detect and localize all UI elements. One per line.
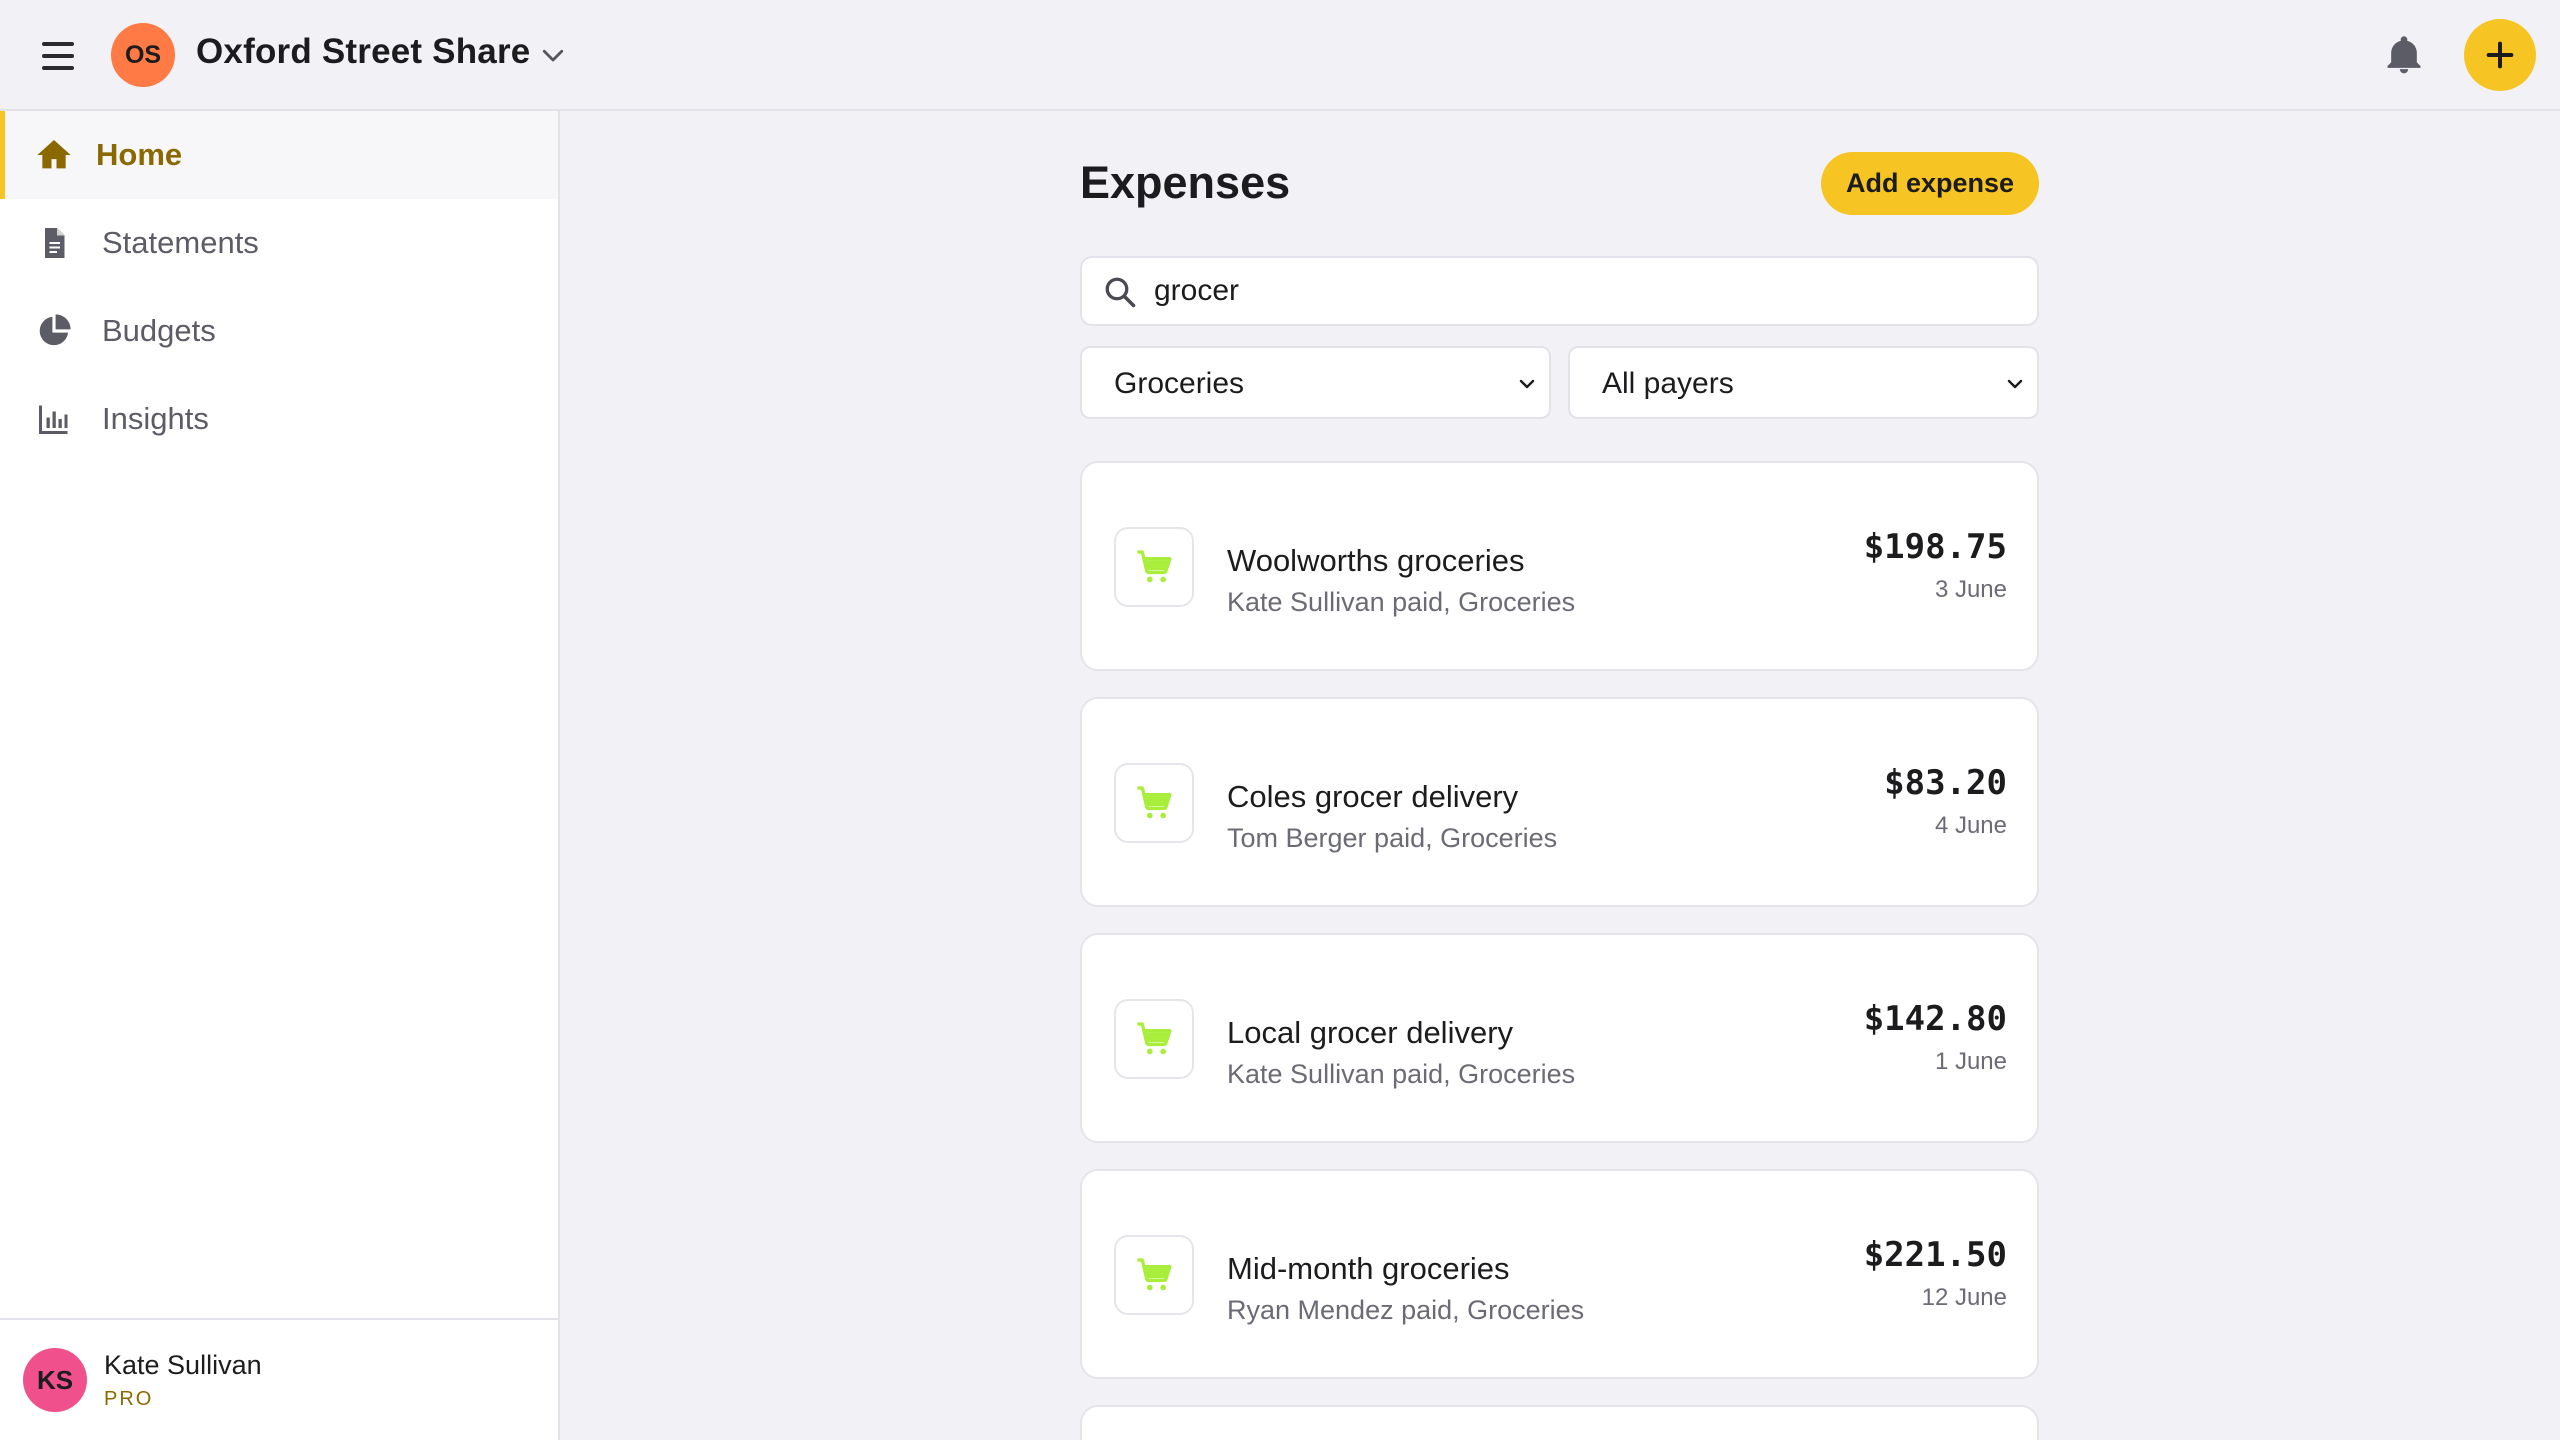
expense-title: Mid-month groceries xyxy=(1227,1251,1510,1286)
payer-select-value: All payers xyxy=(1602,367,1734,400)
add-expense-button[interactable]: Add expense xyxy=(1821,152,2039,215)
expense-amount: $142.80 xyxy=(1863,999,2007,1039)
expense-subtitle: Kate Sullivan paid, Groceries xyxy=(1227,1059,1576,1089)
avatar: KS xyxy=(23,1348,87,1412)
sidebar: Home Statements Budgets Insights KS Kate… xyxy=(0,111,560,1440)
bar-chart-icon xyxy=(34,399,74,439)
sidebar-item-home[interactable]: Home xyxy=(0,111,558,199)
add-plus-button[interactable] xyxy=(2464,19,2536,91)
hamburger-menu-icon[interactable] xyxy=(38,36,82,76)
search-icon xyxy=(1102,274,1138,310)
top-bar: OS Oxford Street Share xyxy=(0,0,2560,111)
sidebar-item-label: Budgets xyxy=(102,313,216,348)
expense-card[interactable]: Woolworths groceries Kate Sullivan paid,… xyxy=(1080,461,2039,671)
sidebar-item-insights[interactable]: Insights xyxy=(0,375,558,463)
sidebar-item-label: Home xyxy=(96,137,183,172)
expense-title: Local grocer delivery xyxy=(1227,1015,1514,1050)
search-input[interactable] xyxy=(1154,266,2014,316)
category-select[interactable]: Groceries xyxy=(1080,346,1551,419)
chevron-down-icon[interactable] xyxy=(538,40,568,70)
pie-chart-icon xyxy=(34,311,74,351)
plan-badge: PRO xyxy=(104,1388,154,1410)
expense-card[interactable] xyxy=(1080,1405,2039,1440)
payer-select[interactable]: All payers xyxy=(1568,346,2039,419)
page-title: Expenses xyxy=(1080,157,1291,208)
expense-amount: $221.50 xyxy=(1863,1235,2007,1275)
expense-title: Coles grocer delivery xyxy=(1227,779,1519,814)
chevron-down-icon xyxy=(2003,372,2027,396)
home-icon xyxy=(34,135,74,175)
user-name: Kate Sullivan xyxy=(104,1350,262,1380)
plus-icon xyxy=(2486,41,2514,69)
expense-amount: $198.75 xyxy=(1863,527,2007,567)
sidebar-item-label: Insights xyxy=(102,401,209,436)
bell-icon[interactable] xyxy=(2382,32,2426,78)
search-box[interactable] xyxy=(1080,256,2039,326)
group-name[interactable]: Oxford Street Share xyxy=(196,32,530,72)
expense-subtitle: Kate Sullivan paid, Groceries xyxy=(1227,587,1576,617)
category-select-value: Groceries xyxy=(1114,367,1245,400)
expense-date: 12 June xyxy=(1921,1284,2007,1311)
expense-card[interactable]: Mid-month groceries Ryan Mendez paid, Gr… xyxy=(1080,1169,2039,1379)
expense-date: 4 June xyxy=(1934,812,2007,839)
expense-subtitle: Ryan Mendez paid, Groceries xyxy=(1227,1295,1585,1325)
chevron-down-icon xyxy=(1515,372,1539,396)
expense-card[interactable]: Coles grocer delivery Tom Berger paid, G… xyxy=(1080,697,2039,907)
expense-title: Woolworths groceries xyxy=(1227,543,1525,578)
user-profile[interactable]: KS Kate Sullivan PRO xyxy=(0,1318,558,1440)
expense-date: 1 June xyxy=(1934,1048,2007,1075)
expense-subtitle: Tom Berger paid, Groceries xyxy=(1227,823,1558,853)
group-avatar[interactable]: OS xyxy=(111,23,175,87)
shopping-cart-icon xyxy=(1114,763,1194,843)
sidebar-item-budgets[interactable]: Budgets xyxy=(0,287,558,375)
expense-date: 3 June xyxy=(1934,576,2007,603)
shopping-cart-icon xyxy=(1114,999,1194,1079)
sidebar-item-statements[interactable]: Statements xyxy=(0,199,558,287)
expense-amount: $83.20 xyxy=(1884,763,2007,803)
shopping-cart-icon xyxy=(1114,527,1194,607)
sidebar-item-label: Statements xyxy=(102,225,259,260)
expense-card[interactable]: Local grocer delivery Kate Sullivan paid… xyxy=(1080,933,2039,1143)
shopping-cart-icon xyxy=(1114,1235,1194,1315)
document-icon xyxy=(34,223,74,263)
